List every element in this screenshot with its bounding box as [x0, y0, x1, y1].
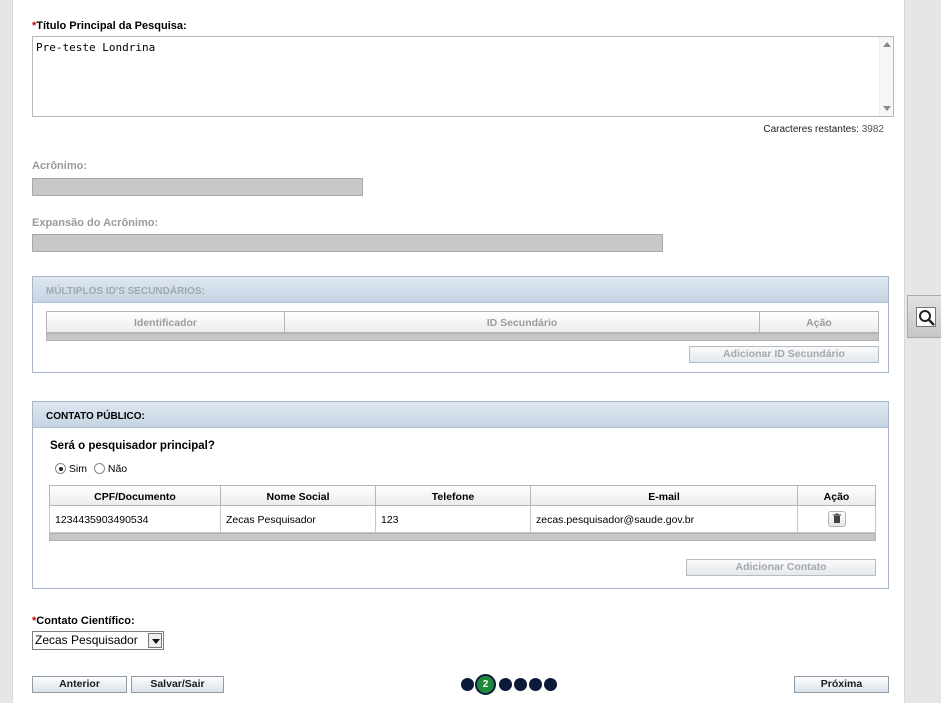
scientific-contact-label-wrap: *Contato Científico:: [32, 615, 135, 627]
scientific-contact-select[interactable]: Zecas Pesquisador: [32, 631, 164, 650]
secondary-ids-header: Identificador ID Secundário Ação: [46, 311, 879, 333]
radio-sim[interactable]: [55, 463, 66, 474]
principal-question: Será o pesquisador principal?: [50, 440, 215, 452]
radio-nao[interactable]: [93, 463, 105, 474]
scroll-down-icon[interactable]: [883, 106, 891, 111]
trash-icon[interactable]: [827, 511, 846, 527]
step-dot-current[interactable]: 2: [475, 674, 496, 695]
scroll-up-icon[interactable]: [883, 42, 891, 47]
acronym-label: Acrônimo:: [32, 160, 87, 172]
scientific-contact-label: Contato Científico:: [36, 615, 135, 627]
table-row[interactable]: 1234435903490534 Zecas Pesquisador 123 z…: [49, 506, 876, 533]
step-dot-3[interactable]: [499, 678, 512, 691]
research-title-label: Título Principal da Pesquisa:: [36, 20, 187, 32]
add-contact-button[interactable]: Adicionar Contato: [686, 559, 876, 576]
col-acao: Ação: [806, 317, 832, 329]
next-button[interactable]: Próxima: [794, 676, 889, 693]
cell-name: Zecas Pesquisador: [221, 506, 376, 532]
secondary-ids-title: MÚLTIPLOS ID'S SECUNDÁRIOS:: [33, 277, 888, 303]
col-id-secundario: ID Secundário: [285, 312, 760, 332]
step-dot-6[interactable]: [544, 678, 557, 691]
col-identificador: Identificador: [47, 312, 285, 332]
form-page: *Título Principal da Pesquisa: Caractere…: [12, 0, 905, 703]
chevron-down-icon[interactable]: [148, 633, 162, 648]
cell-phone: 123: [376, 506, 531, 532]
public-contact-title: CONTATO PÚBLICO:: [33, 402, 888, 428]
col-email: E-mail: [531, 486, 798, 505]
add-secondary-id-button[interactable]: Adicionar ID Secundário: [689, 346, 879, 363]
col-telefone: Telefone: [376, 486, 531, 505]
acronym-expansion-input: [32, 234, 663, 252]
radio-nao-label[interactable]: Não: [108, 463, 127, 475]
acronym-input: [32, 178, 363, 196]
research-title-input[interactable]: [32, 36, 894, 117]
char-counter-value: 3982: [861, 124, 884, 135]
secondary-ids-empty-row: [46, 333, 879, 341]
char-counter: Caracteres restantes: 3982: [763, 124, 884, 135]
char-counter-label: Caracteres restantes:: [763, 124, 859, 135]
scientific-contact-value: Zecas Pesquisador: [35, 633, 138, 647]
step-dot-4[interactable]: [514, 678, 527, 691]
cell-document: 1234435903490534: [50, 506, 221, 532]
title-label-wrap: *Título Principal da Pesquisa:: [32, 20, 187, 32]
save-exit-button[interactable]: Salvar/Sair: [131, 676, 224, 693]
textarea-scrollbar[interactable]: [879, 37, 893, 116]
col-acao-contato: Ação: [823, 491, 850, 503]
radio-sim-label[interactable]: Sim: [69, 463, 87, 475]
principal-radio-group: Sim Não: [55, 463, 127, 475]
step-dot-1[interactable]: [461, 678, 474, 691]
zoom-icon[interactable]: [916, 307, 936, 327]
contact-grid-footer: [49, 533, 876, 541]
acronym-expansion-label: Expansão do Acrônimo:: [32, 217, 159, 229]
previous-button[interactable]: Anterior: [32, 676, 127, 693]
step-dot-5[interactable]: [529, 678, 542, 691]
col-nome-social: Nome Social: [221, 486, 376, 505]
zoom-tool-tab[interactable]: [907, 295, 941, 338]
contact-grid-header: CPF/Documento Nome Social Telefone E-mai…: [49, 485, 876, 506]
cell-action: [798, 506, 875, 532]
cell-email: zecas.pesquisador@saude.gov.br: [531, 506, 798, 532]
col-cpf: CPF/Documento: [50, 486, 221, 505]
